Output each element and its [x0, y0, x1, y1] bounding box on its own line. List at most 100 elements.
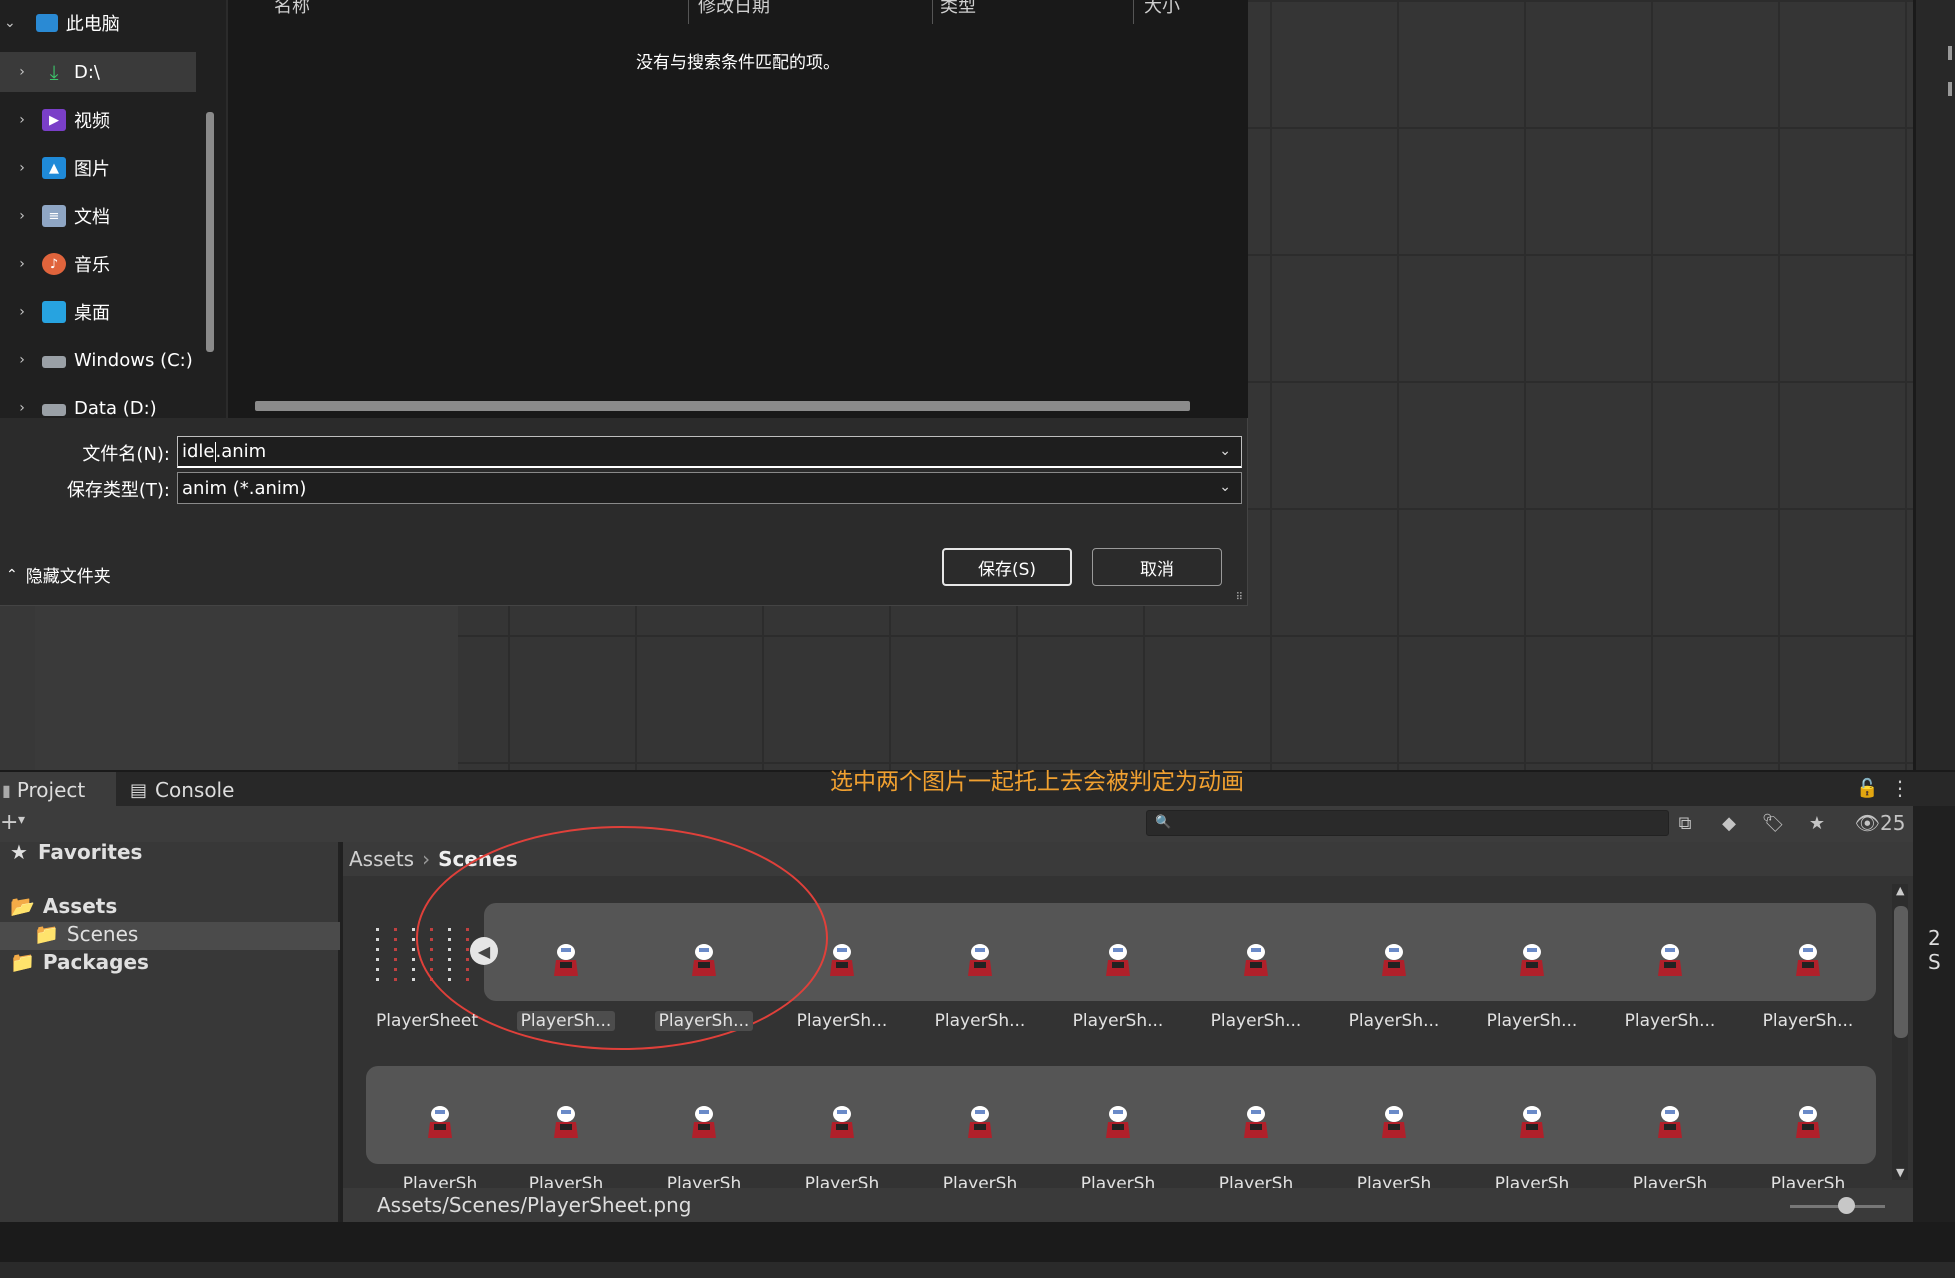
asset-label[interactable]: PlayerSh... [1605, 1011, 1735, 1031]
player-sprite-icon[interactable] [686, 1102, 722, 1142]
asset-label[interactable]: PlayerSh [639, 1174, 769, 1188]
cancel-button[interactable]: 取消 [1092, 548, 1222, 586]
nav-item-drive-c[interactable]: › Windows (C:) [0, 340, 196, 380]
chevron-right-icon[interactable]: › [14, 208, 30, 224]
player-sprite-icon[interactable] [1790, 940, 1826, 980]
player-sprite-icon[interactable] [1514, 940, 1550, 980]
nav-item-videos[interactable]: › ▶ 视频 [0, 100, 196, 140]
asset-label[interactable]: PlayerSh [1191, 1174, 1321, 1188]
player-sprite-icon[interactable] [1238, 940, 1274, 980]
asset-label[interactable]: PlayerSh... [1191, 1011, 1321, 1031]
vertical-scrollbar-thumb[interactable] [1894, 906, 1908, 1038]
player-sprite-icon[interactable] [824, 940, 860, 980]
tree-item-scenes[interactable]: 📁 Scenes [34, 922, 138, 946]
column-separator[interactable] [932, 0, 933, 24]
filetype-select[interactable]: anim (*.anim) ⌄ [177, 472, 1242, 504]
chevron-right-icon[interactable]: › [14, 112, 30, 128]
asset-label[interactable]: PlayerSh... [1467, 1011, 1597, 1031]
nav-scrollbar[interactable] [206, 112, 214, 352]
tab-project[interactable]: ▮ Project [0, 772, 116, 808]
chevron-right-icon[interactable]: › [14, 352, 30, 368]
player-sprite-icon[interactable] [548, 940, 584, 980]
asset-label[interactable]: PlayerSh... [777, 1011, 907, 1031]
nav-item-this-pc[interactable]: ⌄ 此电脑 [0, 3, 196, 43]
filter-by-label-icon[interactable]: 🏷 [1756, 808, 1790, 838]
player-sprite-icon[interactable] [962, 1102, 998, 1142]
favorite-star-icon[interactable]: ★ [1800, 808, 1834, 838]
hidden-packages-toggle[interactable]: 👁 25 [1850, 808, 1910, 838]
player-sprite-icon[interactable] [1790, 1102, 1826, 1142]
lock-icon[interactable]: 🔓 [1856, 778, 1878, 799]
player-sprite-icon[interactable] [1652, 940, 1688, 980]
asset-label[interactable]: PlayerSh [1053, 1174, 1183, 1188]
asset-label[interactable]: PlayerSh... [517, 1011, 615, 1031]
chevron-down-icon[interactable]: ▾ [18, 812, 25, 828]
tree-item-favorites[interactable]: ★ Favorites [10, 840, 142, 864]
player-sprite-icon[interactable] [1100, 940, 1136, 980]
file-list-pane[interactable]: 名称 修改日期 类型 大小 没有与搜索条件匹配的项。 [228, 0, 1248, 418]
player-sprite-icon[interactable] [1376, 940, 1412, 980]
tree-item-assets[interactable]: 📂 Assets [10, 894, 117, 918]
tab-console[interactable]: ▤ Console [130, 772, 280, 808]
scroll-up-arrow-icon[interactable]: ▲ [1896, 884, 1904, 897]
player-sprite-icon[interactable] [1238, 1102, 1274, 1142]
asset-label[interactable]: PlayerSh... [1053, 1011, 1183, 1031]
filename-input[interactable]: idle .anim ⌄ [177, 436, 1242, 468]
scroll-down-arrow-icon[interactable]: ▼ [1896, 1166, 1904, 1179]
player-sprite-icon[interactable] [824, 1102, 860, 1142]
player-sprite-icon[interactable] [1652, 1102, 1688, 1142]
column-header-name[interactable]: 名称 [274, 0, 310, 18]
zoom-slider-handle[interactable] [1838, 1197, 1855, 1214]
asset-label[interactable]: PlayerSh [777, 1174, 907, 1188]
player-sprite-icon[interactable] [1376, 1102, 1412, 1142]
nav-item-pictures[interactable]: › ▲ 图片 [0, 148, 196, 188]
asset-label[interactable]: PlayerSh... [915, 1011, 1045, 1031]
asset-label[interactable]: PlayerSh [1467, 1174, 1597, 1188]
player-sprite-icon[interactable] [548, 1102, 584, 1142]
player-sprite-icon[interactable] [686, 940, 722, 980]
horizontal-scrollbar[interactable] [255, 401, 1190, 411]
nav-item-documents[interactable]: › ≡ 文档 [0, 196, 196, 236]
player-sprite-icon[interactable] [422, 1102, 458, 1142]
search-input[interactable]: 🔍 [1146, 810, 1669, 836]
chevron-right-icon[interactable]: › [14, 304, 30, 320]
asset-label[interactable]: PlayerSh... [655, 1011, 753, 1031]
add-icon[interactable]: + [0, 810, 18, 835]
asset-label[interactable]: PlayerSh [915, 1174, 1045, 1188]
column-separator[interactable] [688, 0, 689, 24]
column-header-type[interactable]: 类型 [940, 0, 976, 18]
chevron-down-icon[interactable]: ⌄ [1219, 479, 1231, 495]
chevron-down-icon[interactable]: ⌄ [1219, 443, 1231, 459]
breadcrumb-item-assets[interactable]: Assets [349, 847, 414, 871]
resize-grip-icon[interactable]: ⠿ [1236, 592, 1243, 603]
column-header-date[interactable]: 修改日期 [698, 0, 770, 18]
column-header-size[interactable]: 大小 [1144, 0, 1180, 18]
asset-label[interactable]: PlayerSh... [1743, 1011, 1873, 1031]
hide-folders-toggle[interactable]: ⌃ 隐藏文件夹 [6, 562, 111, 588]
asset-label[interactable]: PlayerSheet [362, 1011, 492, 1031]
tree-item-packages[interactable]: 📁 Packages [10, 950, 149, 974]
player-sprite-icon[interactable] [962, 940, 998, 980]
chevron-right-icon[interactable]: › [14, 256, 30, 272]
filter-by-type-icon[interactable]: ◆ [1712, 808, 1746, 838]
nav-item-desktop[interactable]: › 桌面 [0, 292, 196, 332]
player-sprite-icon[interactable] [1100, 1102, 1136, 1142]
player-sprite-icon[interactable] [1514, 1102, 1550, 1142]
asset-label[interactable]: PlayerSh [1605, 1174, 1735, 1188]
chevron-right-icon[interactable]: › [14, 160, 30, 176]
chevron-right-icon[interactable]: › [14, 400, 30, 416]
asset-label[interactable]: PlayerSh [1743, 1174, 1873, 1188]
column-separator[interactable] [1133, 0, 1134, 24]
asset-label[interactable]: PlayerSh... [1329, 1011, 1459, 1031]
chevron-right-icon[interactable]: › [14, 64, 30, 80]
asset-label[interactable]: PlayerSh [501, 1174, 631, 1188]
save-button[interactable]: 保存(S) [942, 548, 1072, 586]
search-by-type-icon[interactable]: ⧉ [1668, 808, 1702, 838]
nav-item-music[interactable]: › ♪ 音乐 [0, 244, 196, 284]
more-menu-icon[interactable]: ⋮ [1890, 776, 1910, 800]
chevron-down-icon[interactable]: ⌄ [4, 15, 16, 31]
asset-label[interactable]: PlayerSh [375, 1174, 505, 1188]
asset-label[interactable]: PlayerSh [1329, 1174, 1459, 1188]
nav-item-d-drive[interactable]: › ⤓ D:\ [0, 52, 196, 92]
nav-item-drive-d[interactable]: › Data (D:) [0, 388, 196, 428]
